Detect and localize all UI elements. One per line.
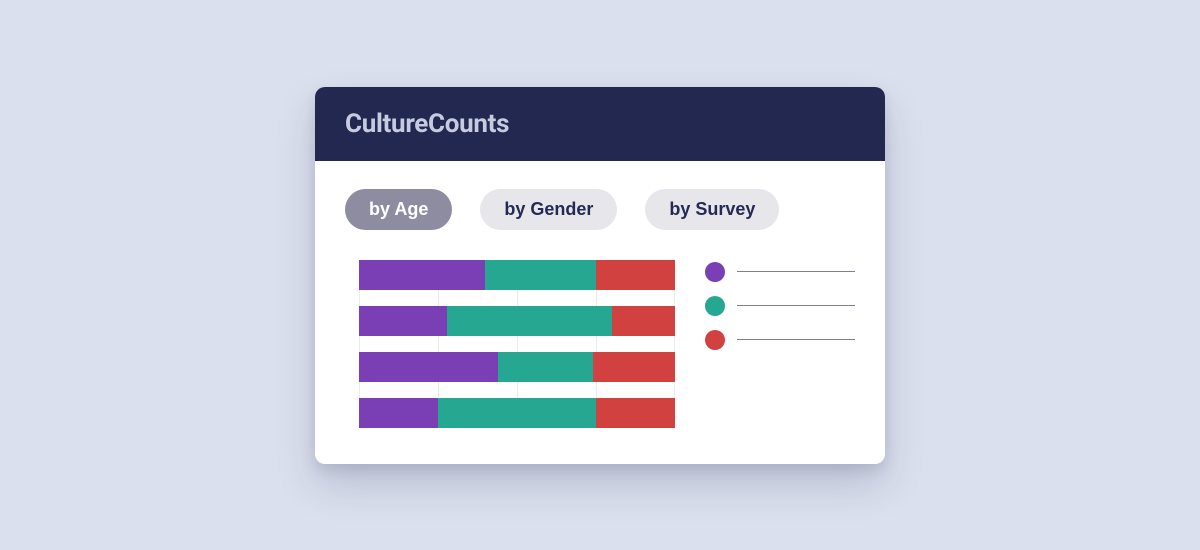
dashboard-card: CultureCounts by Age by Gender by Survey: [315, 87, 885, 464]
bar-segment: [593, 352, 675, 382]
legend-placeholder-line: [737, 305, 855, 306]
app-title: CultureCounts: [345, 109, 855, 139]
bar-segment: [359, 306, 447, 336]
bar-segment: [447, 306, 611, 336]
tab-by-survey[interactable]: by Survey: [645, 189, 779, 230]
card-body: by Age by Gender by Survey: [315, 161, 885, 464]
legend-item: [705, 330, 855, 350]
chart-area: [345, 260, 855, 428]
bar-segment: [596, 260, 675, 290]
legend-item: [705, 296, 855, 316]
bar-segment: [498, 352, 593, 382]
card-header: CultureCounts: [315, 87, 885, 161]
legend-placeholder-line: [737, 271, 855, 272]
tab-by-age[interactable]: by Age: [345, 189, 452, 230]
tab-by-gender[interactable]: by Gender: [480, 189, 617, 230]
bar-row: [359, 260, 675, 290]
chart-legend: [705, 260, 855, 428]
bar-segment: [359, 352, 498, 382]
stacked-bar-chart: [359, 260, 675, 428]
bar-rows: [359, 260, 675, 428]
legend-swatch: [705, 330, 725, 350]
legend-swatch: [705, 262, 725, 282]
bar-segment: [359, 398, 438, 428]
bar-segment: [359, 260, 485, 290]
bar-row: [359, 352, 675, 382]
legend-item: [705, 262, 855, 282]
bar-segment: [485, 260, 596, 290]
filter-tabs: by Age by Gender by Survey: [345, 189, 855, 230]
bar-segment: [596, 398, 675, 428]
bar-segment: [612, 306, 675, 336]
bar-segment: [438, 398, 596, 428]
bar-row: [359, 398, 675, 428]
legend-swatch: [705, 296, 725, 316]
bar-row: [359, 306, 675, 336]
legend-placeholder-line: [737, 339, 855, 340]
